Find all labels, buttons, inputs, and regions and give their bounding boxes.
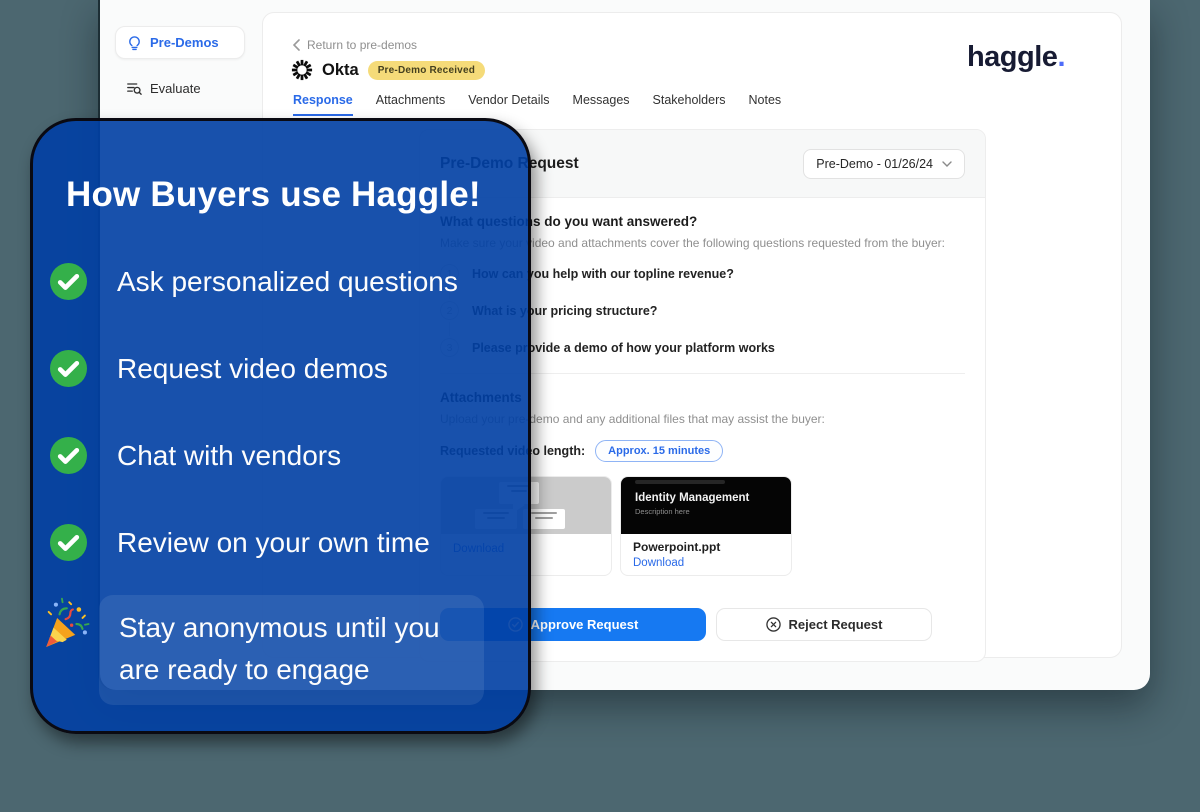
promo-item-label: Request video demos	[117, 353, 388, 385]
attachment-card-powerpoint[interactable]: Identity Management Description here Pow…	[620, 476, 792, 576]
promo-title: How Buyers use Haggle!	[33, 175, 528, 215]
okta-logo-icon	[291, 59, 313, 81]
tab-stakeholders[interactable]: Stakeholders	[653, 93, 726, 116]
sidebar-item-label: Pre-Demos	[150, 35, 219, 50]
promo-item-label: Stay anonymous until you are ready to en…	[99, 595, 484, 705]
tab-notes[interactable]: Notes	[749, 93, 782, 116]
slide-title: Identity Management	[635, 492, 777, 504]
sidebar-item-pre-demos[interactable]: Pre-Demos	[115, 26, 245, 59]
approve-label: Approve Request	[531, 617, 639, 632]
reject-request-button[interactable]: Reject Request	[716, 608, 932, 641]
promo-item: Request video demos	[33, 350, 528, 387]
promo-item: Chat with vendors	[33, 437, 528, 474]
check-icon	[50, 437, 87, 474]
tab-bar: Response Attachments Vendor Details Mess…	[293, 93, 781, 116]
promo-item-label: Chat with vendors	[117, 440, 341, 472]
check-icon	[50, 524, 87, 561]
back-link[interactable]: Return to pre-demos	[293, 38, 417, 52]
status-badge: Pre-Demo Received	[368, 61, 485, 80]
download-link[interactable]: Download	[633, 557, 779, 569]
chevron-down-icon	[942, 161, 952, 167]
back-link-label: Return to pre-demos	[307, 38, 417, 52]
check-icon	[50, 350, 87, 387]
promo-item: Review on your own time	[33, 524, 528, 561]
lightbulb-icon	[127, 35, 142, 51]
promo-item-anonymous: Stay anonymous until you are ready to en…	[33, 595, 528, 705]
tab-messages[interactable]: Messages	[573, 93, 630, 116]
party-popper-icon	[39, 595, 97, 653]
pre-demo-dropdown[interactable]: Pre-Demo - 01/26/24	[803, 149, 965, 179]
check-icon	[50, 263, 87, 300]
vendor-name: Okta	[322, 61, 359, 80]
promo-item-label: Ask personalized questions	[117, 266, 458, 298]
promo-item: Ask personalized questions	[33, 263, 528, 300]
dropdown-value: Pre-Demo - 01/26/24	[816, 157, 933, 171]
slide-accent-bar	[635, 480, 725, 484]
x-circle-icon	[766, 617, 781, 632]
chevron-left-icon	[293, 39, 300, 51]
attachment-name: Powerpoint.ppt	[633, 540, 779, 554]
video-length-pill: Approx. 15 minutes	[595, 440, 723, 462]
slide-thumbnail: Identity Management Description here	[621, 477, 791, 534]
tab-attachments[interactable]: Attachments	[376, 93, 445, 116]
vendor-row: Okta Pre-Demo Received	[291, 59, 485, 81]
promo-item-label: Review on your own time	[117, 527, 430, 559]
sidebar-item-label: Evaluate	[150, 81, 201, 96]
list-search-icon	[126, 80, 142, 96]
logo-dot: .	[1057, 41, 1065, 73]
stage: Pre-Demos Evaluate Return to pre-demos	[0, 0, 1200, 812]
promo-card: How Buyers use Haggle! Ask personalized …	[30, 118, 531, 734]
attachment-footer: Powerpoint.ppt Download	[621, 534, 791, 569]
slide-subtitle: Description here	[635, 507, 777, 516]
haggle-logo: haggle.	[967, 41, 1065, 74]
tab-vendor-details[interactable]: Vendor Details	[468, 93, 549, 116]
tab-response[interactable]: Response	[293, 93, 353, 116]
reject-label: Reject Request	[789, 617, 883, 632]
sidebar-item-evaluate[interactable]: Evaluate	[115, 73, 245, 103]
